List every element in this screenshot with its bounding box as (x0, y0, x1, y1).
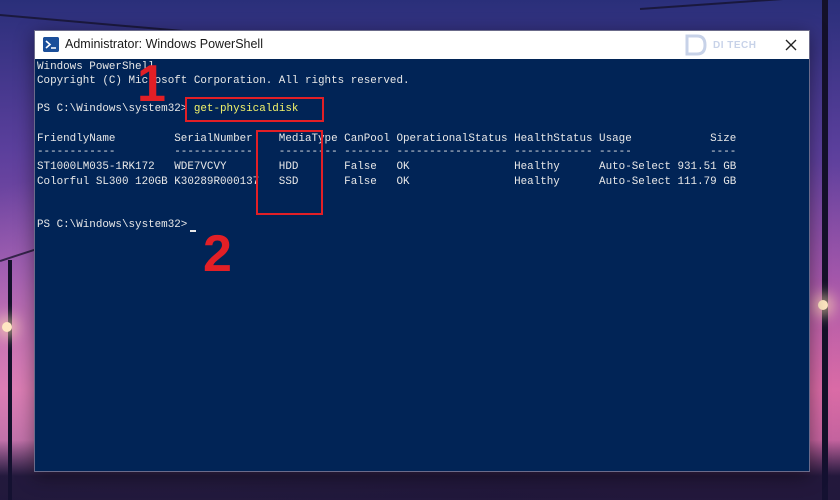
close-button[interactable] (773, 31, 809, 59)
text-cursor (190, 230, 196, 232)
step-2-label: 2 (203, 225, 232, 283)
table-header: FriendlyName SerialNumber MediaType CanP… (37, 133, 737, 145)
utility-pole (822, 0, 828, 500)
window-title: Administrator: Windows PowerShell (65, 37, 263, 51)
watermark-text: DI TECH (713, 40, 757, 51)
highlight-command-box (185, 97, 324, 122)
console-output[interactable]: Windows PowerShell Copyright (C) Microso… (35, 59, 809, 471)
streetlight (818, 300, 828, 310)
highlight-mediatype-box (256, 130, 323, 215)
streetlight (2, 322, 12, 332)
copyright-line: Copyright (C) Microsoft Corporation. All… (37, 75, 410, 87)
power-line (0, 247, 39, 262)
table-row: Colorful SL300 120GB K30289R000137 SSD F… (37, 176, 737, 188)
close-icon (785, 39, 797, 51)
table-separator: ------------ ------------ --------- ----… (37, 146, 737, 158)
powershell-icon (43, 37, 59, 52)
power-line (639, 0, 840, 10)
watermark-icon (685, 34, 707, 56)
prompt: PS C:\Windows\system32> (37, 103, 194, 115)
table-row: ST1000LM035-1RK172 WDE7VCVY HDD False OK… (37, 161, 737, 173)
prompt-line: PS C:\Windows\system32> (37, 219, 194, 231)
step-1-label: 1 (137, 55, 166, 113)
